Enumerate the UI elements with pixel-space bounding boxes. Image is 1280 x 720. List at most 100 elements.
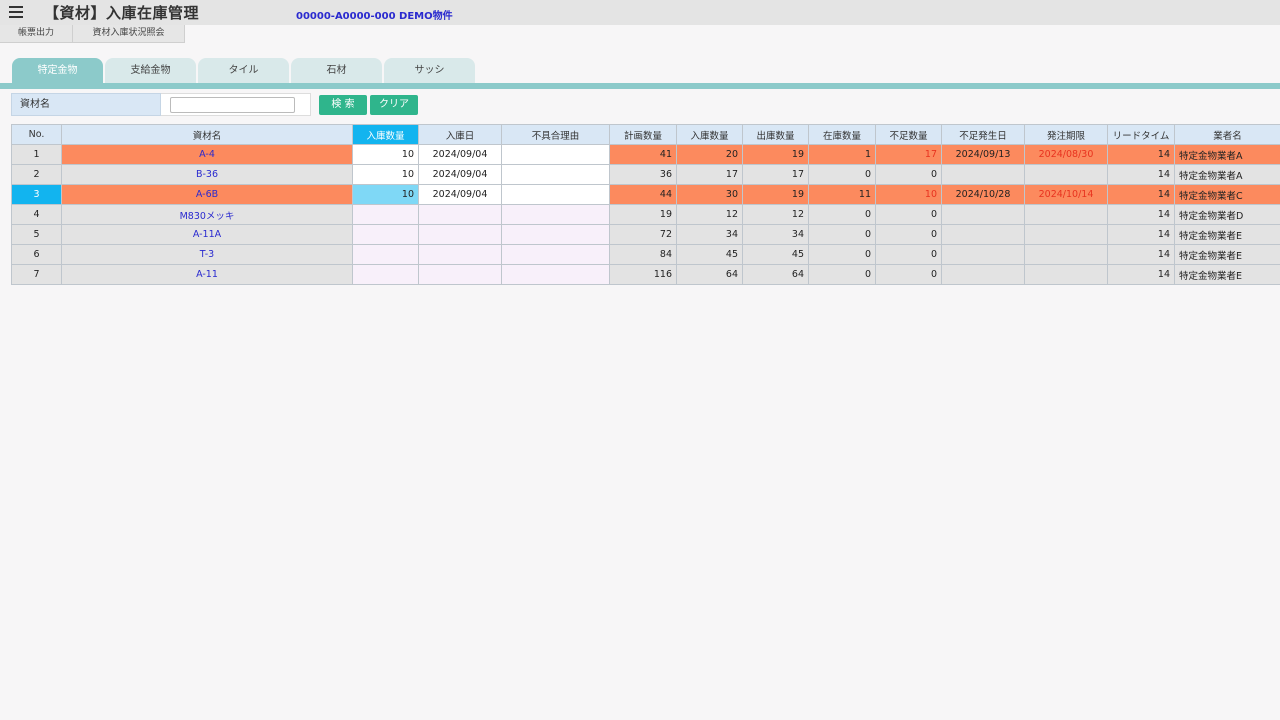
defect-reason-cell[interactable] xyxy=(501,244,610,265)
order-deadline-cell xyxy=(1024,264,1108,285)
table-row[interactable]: 7 A-11 116 64 64 0 0 14 特定金物業者E xyxy=(11,264,1280,285)
tab-underline xyxy=(0,83,1280,89)
col-header-order-deadline: 発注期限 xyxy=(1024,124,1108,145)
material-name-label: 資材名 xyxy=(11,93,161,116)
inventory-table: No. 資材名 入庫数量 入庫日 不具合理由 計画数量 入庫数量 出庫数量 在庫… xyxy=(11,124,1280,285)
material-name-link[interactable]: A-11A xyxy=(61,224,353,245)
stock-qty-cell: 1 xyxy=(808,144,876,165)
tab-sash[interactable]: サッシ xyxy=(384,58,475,83)
col-header-vendor: 業者名 xyxy=(1174,124,1280,145)
clear-button[interactable]: クリア xyxy=(370,95,418,115)
table-row[interactable]: 2 B-36 10 2024/09/04 36 17 17 0 0 14 特定金物業者A xyxy=(11,164,1280,185)
table-row[interactable]: 5 A-11A 72 34 34 0 0 14 特定金物業者E xyxy=(11,224,1280,245)
row-number-cell: 2 xyxy=(11,164,62,185)
receipt-status-inquiry-button[interactable]: 資材入庫状況照会 xyxy=(73,25,185,43)
receipt-date-cell[interactable]: 2024/09/04 xyxy=(418,144,502,165)
tab-specific-hardware[interactable]: 特定金物 xyxy=(12,58,103,83)
col-header-received-qty: 入庫数量 xyxy=(676,124,743,145)
shipped-qty-cell: 19 xyxy=(742,144,809,165)
material-name-link[interactable]: M830メッキ xyxy=(61,204,353,225)
receipt-qty-input-cell[interactable]: 10 xyxy=(352,184,419,205)
shortage-qty-cell: 0 xyxy=(875,204,942,225)
col-header-no: No. xyxy=(11,124,62,145)
row-number-cell: 3 xyxy=(11,184,62,205)
category-tabs: 特定金物 支給金物 タイル 石材 サッシ xyxy=(12,58,475,83)
plan-qty-cell: 72 xyxy=(609,224,677,245)
shortage-date-cell xyxy=(941,164,1025,185)
receipt-qty-input-cell[interactable] xyxy=(352,224,419,245)
search-input-cell xyxy=(161,93,311,116)
receipt-date-cell[interactable] xyxy=(418,264,502,285)
plan-qty-cell: 36 xyxy=(609,164,677,185)
shortage-qty-cell: 17 xyxy=(875,144,942,165)
tab-supplied-hardware[interactable]: 支給金物 xyxy=(105,58,196,83)
search-button[interactable]: 検 索 xyxy=(319,95,367,115)
col-header-defect-reason: 不具合理由 xyxy=(501,124,610,145)
table-row[interactable]: 1 A-4 10 2024/09/04 41 20 19 1 17 2024/09/13 2024/… xyxy=(11,144,1280,165)
plan-qty-cell: 116 xyxy=(609,264,677,285)
material-name-link[interactable]: T-3 xyxy=(61,244,353,265)
receipt-qty-input-cell[interactable] xyxy=(352,204,419,225)
lead-time-cell: 14 xyxy=(1107,224,1175,245)
receipt-qty-input-cell[interactable] xyxy=(352,264,419,285)
vendor-name-cell: 特定金物業者A xyxy=(1174,164,1280,185)
receipt-date-cell[interactable] xyxy=(418,244,502,265)
shipped-qty-cell: 19 xyxy=(742,184,809,205)
plan-qty-cell: 44 xyxy=(609,184,677,205)
project-label: 00000-A0000-000 DEMO物件 xyxy=(296,11,453,22)
defect-reason-cell[interactable] xyxy=(501,204,610,225)
shortage-qty-cell: 0 xyxy=(875,264,942,285)
order-deadline-cell xyxy=(1024,244,1108,265)
row-number-cell: 1 xyxy=(11,144,62,165)
material-name-link[interactable]: A-11 xyxy=(61,264,353,285)
stock-qty-cell: 0 xyxy=(808,244,876,265)
col-header-receipt-qty-input: 入庫数量 xyxy=(352,124,419,145)
tab-tile[interactable]: タイル xyxy=(198,58,289,83)
vendor-name-cell: 特定金物業者E xyxy=(1174,264,1280,285)
stock-qty-cell: 0 xyxy=(808,224,876,245)
receipt-date-cell[interactable]: 2024/09/04 xyxy=(418,184,502,205)
table-row[interactable]: 6 T-3 84 45 45 0 0 14 特定金物業者E xyxy=(11,244,1280,265)
vendor-name-cell: 特定金物業者A xyxy=(1174,144,1280,165)
received-qty-cell: 45 xyxy=(676,244,743,265)
order-deadline-cell: 2024/08/30 xyxy=(1024,144,1108,165)
receipt-qty-input-cell[interactable]: 10 xyxy=(352,144,419,165)
vendor-name-cell: 特定金物業者C xyxy=(1174,184,1280,205)
defect-reason-cell[interactable] xyxy=(501,184,610,205)
material-name-link[interactable]: A-6B xyxy=(61,184,353,205)
row-number-cell: 4 xyxy=(11,204,62,225)
shipped-qty-cell: 64 xyxy=(742,264,809,285)
page-title: 【資材】入庫在庫管理 xyxy=(44,4,200,22)
table-row[interactable]: 4 M830メッキ 19 12 12 0 0 14 特定金物業者D xyxy=(11,204,1280,225)
stock-qty-cell: 11 xyxy=(808,184,876,205)
stock-qty-cell: 0 xyxy=(808,204,876,225)
defect-reason-cell[interactable] xyxy=(501,224,610,245)
material-name-link[interactable]: A-4 xyxy=(61,144,353,165)
row-number-cell: 6 xyxy=(11,244,62,265)
receipt-date-cell[interactable] xyxy=(418,204,502,225)
defect-reason-cell[interactable] xyxy=(501,144,610,165)
stock-qty-cell: 0 xyxy=(808,264,876,285)
receipt-qty-input-cell[interactable]: 10 xyxy=(352,164,419,185)
material-name-link[interactable]: B-36 xyxy=(61,164,353,185)
table-row[interactable]: 3 A-6B 10 2024/09/04 44 30 19 11 10 2024/10/28 202… xyxy=(11,184,1280,205)
shortage-date-cell: 2024/09/13 xyxy=(941,144,1025,165)
order-deadline-cell: 2024/10/14 xyxy=(1024,184,1108,205)
plan-qty-cell: 41 xyxy=(609,144,677,165)
defect-reason-cell[interactable] xyxy=(501,264,610,285)
defect-reason-cell[interactable] xyxy=(501,164,610,185)
vendor-name-cell: 特定金物業者D xyxy=(1174,204,1280,225)
col-header-material-name: 資材名 xyxy=(61,124,353,145)
received-qty-cell: 64 xyxy=(676,264,743,285)
receipt-date-cell[interactable]: 2024/09/04 xyxy=(418,164,502,185)
material-name-input[interactable] xyxy=(170,97,295,113)
received-qty-cell: 30 xyxy=(676,184,743,205)
tab-stone[interactable]: 石材 xyxy=(291,58,382,83)
hamburger-menu-icon[interactable] xyxy=(9,4,25,20)
report-output-button[interactable]: 帳票出力 xyxy=(0,25,73,43)
shipped-qty-cell: 12 xyxy=(742,204,809,225)
order-deadline-cell xyxy=(1024,224,1108,245)
receipt-qty-input-cell[interactable] xyxy=(352,244,419,265)
vendor-name-cell: 特定金物業者E xyxy=(1174,244,1280,265)
receipt-date-cell[interactable] xyxy=(418,224,502,245)
